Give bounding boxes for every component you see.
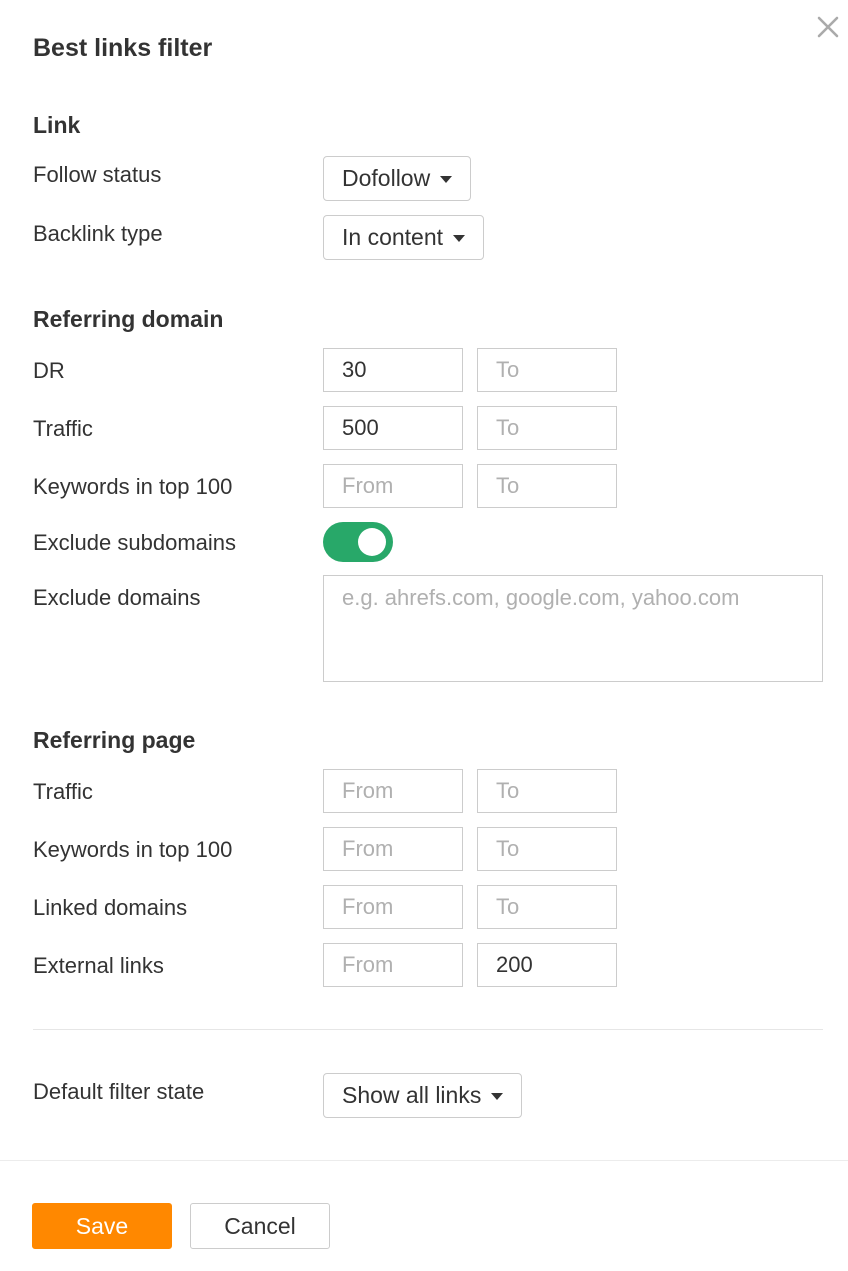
rd-traffic-label: Traffic — [33, 416, 93, 441]
rp-traffic-to-input[interactable] — [477, 769, 617, 813]
external-links-from-input[interactable] — [323, 943, 463, 987]
rd-keywords-to-input[interactable] — [477, 464, 617, 508]
linked-domains-from-input[interactable] — [323, 885, 463, 929]
section-referring-domain-heading: Referring domain — [33, 306, 224, 332]
follow-status-value: Dofollow — [342, 165, 431, 191]
default-filter-state-value: Show all links — [342, 1082, 482, 1108]
close-button[interactable] — [815, 14, 841, 40]
rp-keywords-from-input[interactable] — [323, 827, 463, 871]
linked-domains-to-input[interactable] — [477, 885, 617, 929]
backlink-type-value: In content — [342, 224, 444, 250]
backlink-type-dropdown[interactable]: In content — [323, 215, 485, 260]
exclude-domains-label: Exclude domains — [33, 585, 201, 610]
external-links-label: External links — [33, 953, 164, 978]
toggle-knob — [358, 528, 386, 556]
rd-keywords-from-input[interactable] — [323, 464, 463, 508]
rp-keywords-label: Keywords in top 100 — [33, 837, 233, 862]
rp-traffic-from-input[interactable] — [323, 769, 463, 813]
section-referring-page-heading: Referring page — [33, 727, 196, 753]
dr-from-input[interactable] — [323, 348, 463, 392]
exclude-subdomains-label: Exclude subdomains — [33, 530, 237, 555]
external-links-to-input[interactable] — [477, 943, 617, 987]
divider — [33, 1029, 823, 1030]
linked-domains-label: Linked domains — [33, 895, 188, 920]
default-filter-state-label: Default filter state — [33, 1079, 205, 1104]
exclude-subdomains-toggle[interactable] — [323, 522, 393, 562]
caret-down-icon — [491, 1093, 504, 1100]
backlink-type-label: Backlink type — [33, 221, 163, 246]
rd-keywords-label: Keywords in top 100 — [33, 474, 233, 499]
rd-traffic-to-input[interactable] — [477, 406, 617, 450]
rp-traffic-label: Traffic — [33, 779, 93, 804]
cancel-button[interactable]: Cancel — [190, 1203, 330, 1249]
exclude-domains-textarea[interactable] — [323, 575, 823, 682]
dr-label: DR — [33, 358, 65, 383]
caret-down-icon — [453, 235, 466, 242]
dr-to-input[interactable] — [477, 348, 617, 392]
rd-traffic-from-input[interactable] — [323, 406, 463, 450]
default-filter-state-dropdown[interactable]: Show all links — [323, 1073, 523, 1118]
caret-down-icon — [440, 176, 453, 183]
dialog-title: Best links filter — [33, 34, 213, 62]
follow-status-dropdown[interactable]: Dofollow — [323, 156, 472, 201]
footer-divider — [0, 1160, 848, 1161]
save-button[interactable]: Save — [32, 1203, 172, 1249]
section-link-heading: Link — [33, 112, 81, 138]
rp-keywords-to-input[interactable] — [477, 827, 617, 871]
close-icon — [815, 14, 841, 40]
follow-status-label: Follow status — [33, 162, 162, 187]
